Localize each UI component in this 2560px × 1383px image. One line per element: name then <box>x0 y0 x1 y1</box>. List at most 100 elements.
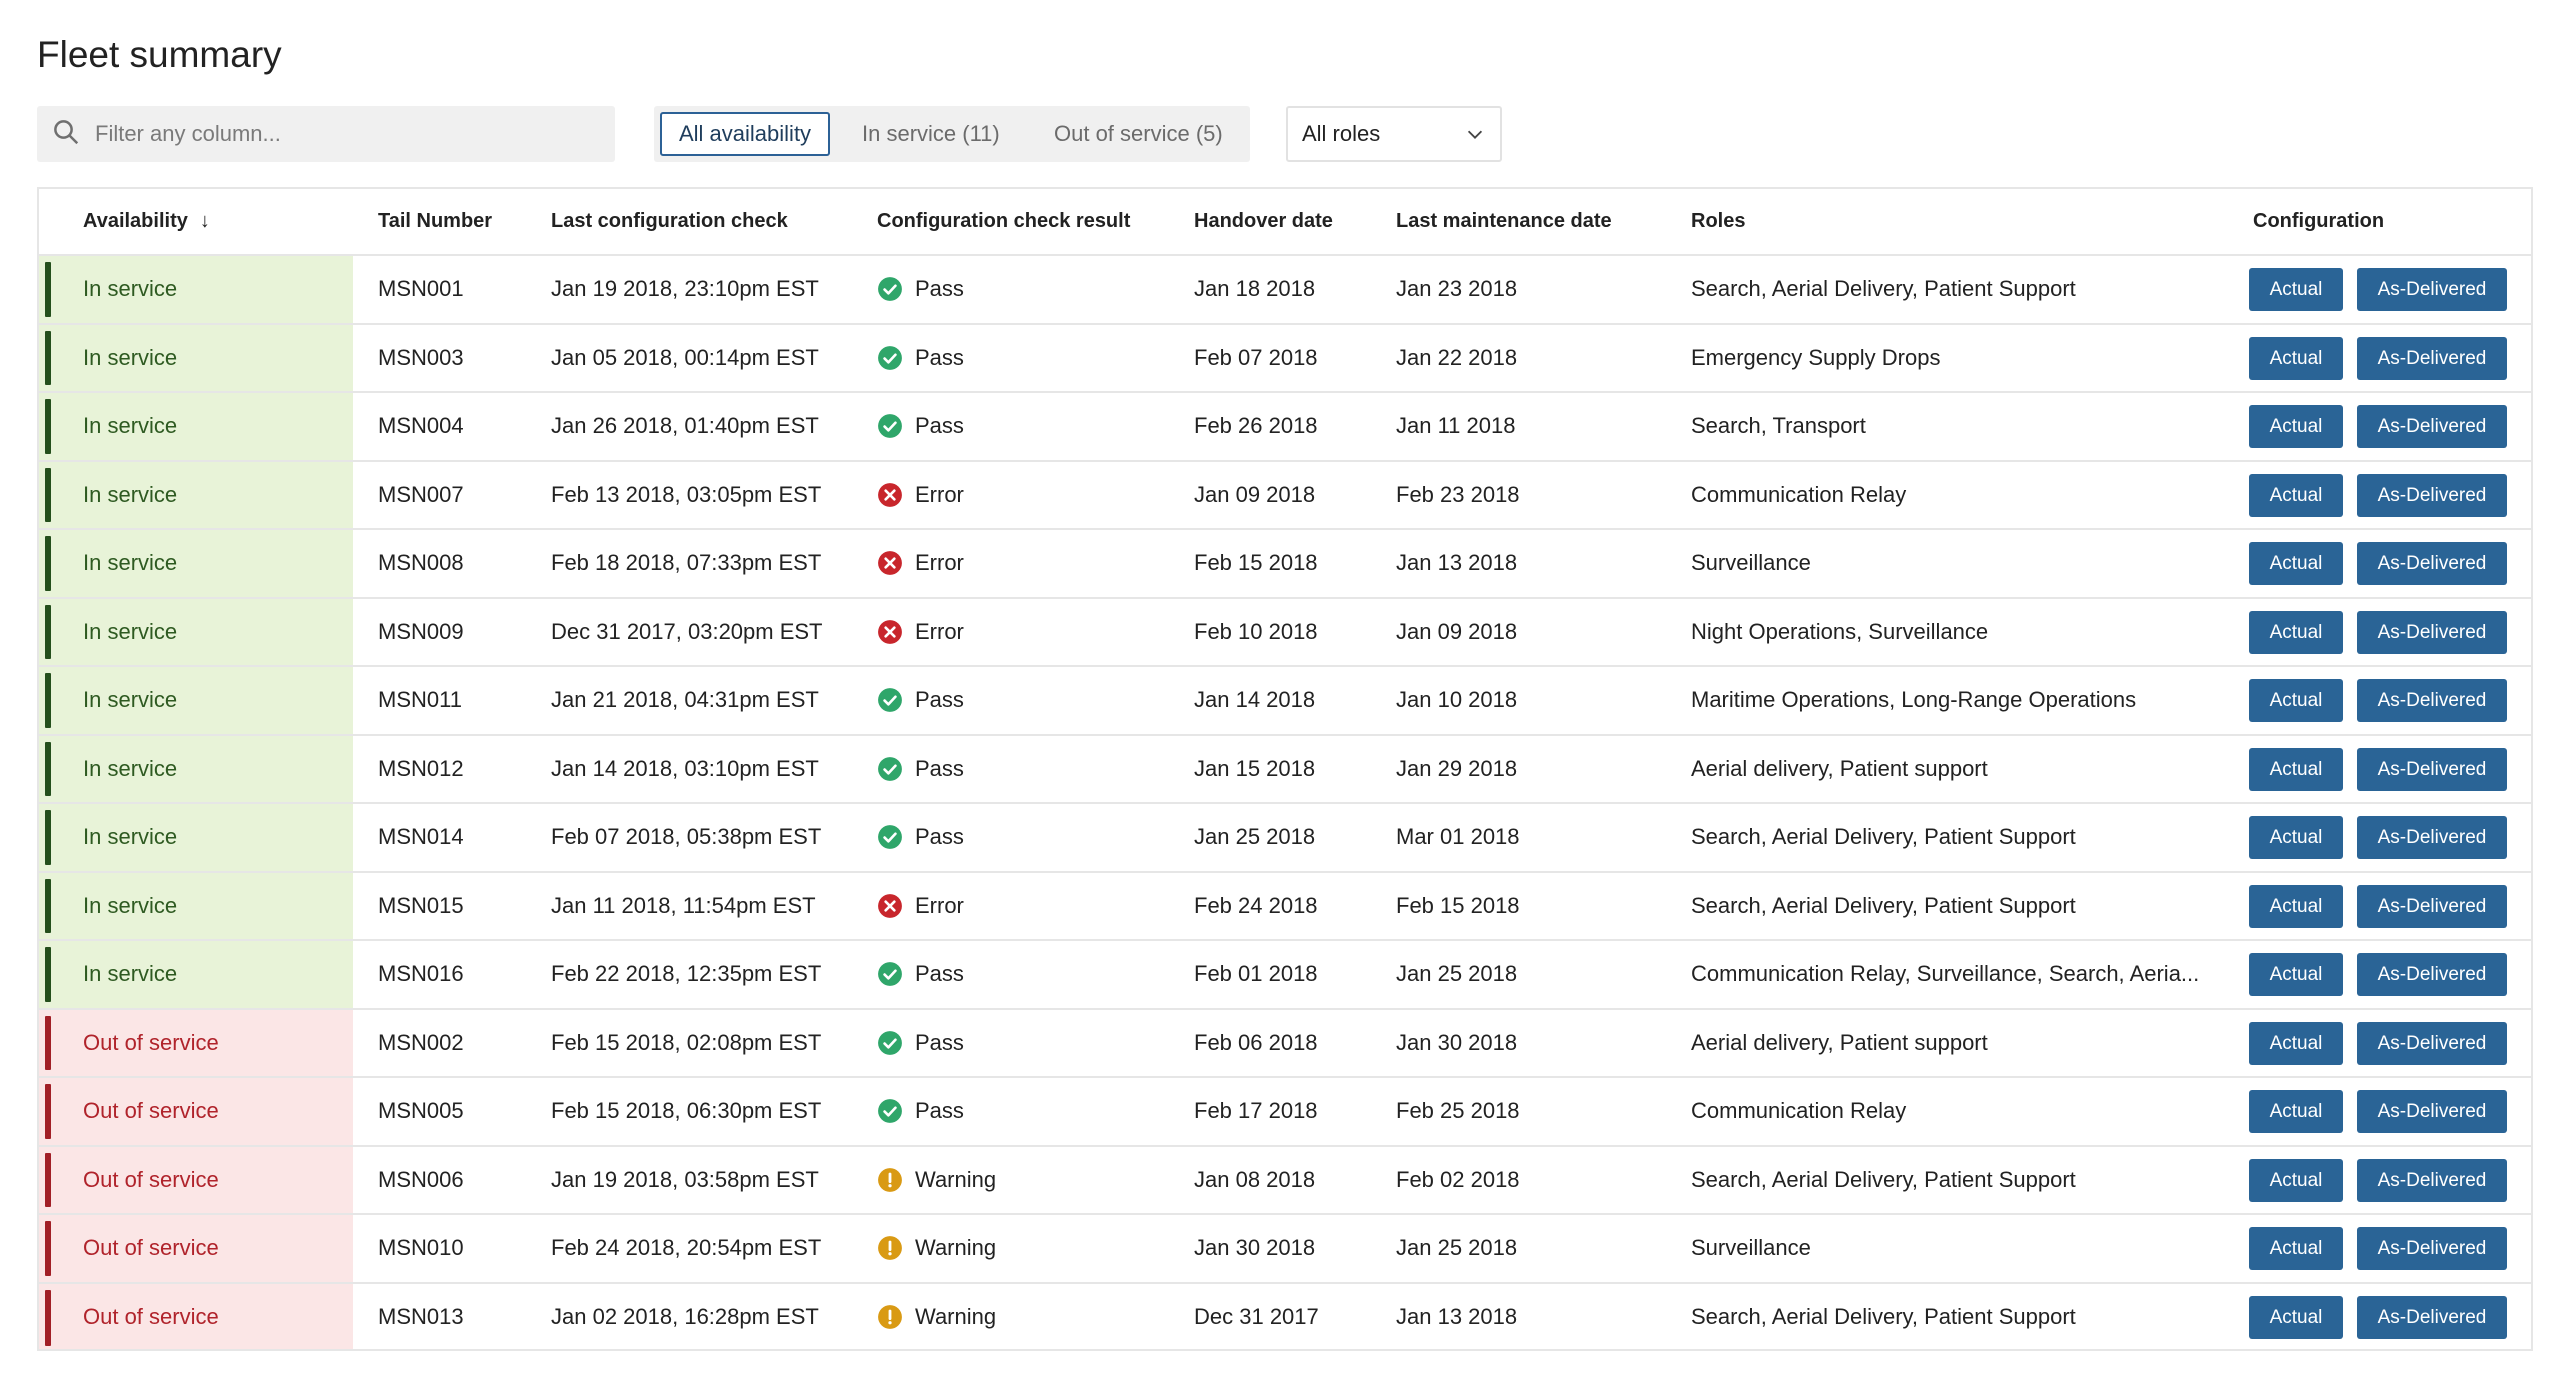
search-box[interactable] <box>37 106 615 162</box>
as-delivered-configuration-button[interactable]: As-Delivered <box>2357 405 2507 448</box>
actual-configuration-button[interactable]: Actual <box>2249 610 2343 654</box>
configuration-check-result: Pass <box>877 941 964 1007</box>
availability-cell: In service <box>39 872 353 939</box>
actual-configuration-button[interactable]: Actual <box>2249 1090 2343 1133</box>
last-maintenance-date: Jan 25 2018 <box>1396 961 1518 986</box>
actual-configuration-button[interactable]: Actual <box>2249 1158 2343 1202</box>
as-delivered-configuration-button[interactable]: As-Delivered <box>2357 1090 2507 1133</box>
error-circle-icon <box>877 893 915 919</box>
check-result-label: Pass <box>915 687 964 712</box>
filter-out-of-service[interactable]: Out of service (5) <box>1054 112 1223 156</box>
actual-configuration-button[interactable]: Actual <box>2249 1227 2343 1270</box>
last-configuration-check: Jan 11 2018, 11:54pm EST <box>551 892 816 918</box>
table-row[interactable]: Out of service MSN013 Jan 02 2018, 16:28pm… <box>39 1283 2531 1349</box>
handover-date: Jan 18 2018 <box>1194 276 1316 301</box>
tail-number: MSN011 <box>378 687 462 712</box>
check-result-label: Error <box>915 618 964 644</box>
table-row[interactable]: In service MSN008 Feb 18 2018, 07:33pm EST… <box>39 530 2531 599</box>
header-last-maintenance-date[interactable]: Last maintenance date <box>1396 189 1612 254</box>
table-row[interactable]: Out of service MSN010 Feb 24 2018, 20:54pm… <box>39 1215 2531 1284</box>
table-row[interactable]: In service MSN004 Jan 26 2018, 01:40pm EST… <box>39 393 2531 462</box>
actual-configuration-button[interactable]: Actual <box>2249 679 2343 722</box>
last-configuration-check: Dec 31 2017, 03:20pm EST <box>551 618 823 644</box>
availability-status: Out of service <box>83 1303 219 1329</box>
header-availability[interactable]: Availability ↓ <box>83 189 210 254</box>
last-maintenance-date: Feb 23 2018 <box>1396 481 1520 507</box>
last-maintenance-date: Jan 09 2018 <box>1396 618 1518 644</box>
header-configuration[interactable]: Configuration <box>2253 189 2384 254</box>
as-delivered-configuration-button[interactable]: As-Delivered <box>2357 473 2507 517</box>
actual-configuration-button[interactable]: Actual <box>2249 405 2343 448</box>
last-configuration-check: Feb 15 2018, 06:30pm EST <box>551 1098 822 1123</box>
header-tail-number[interactable]: Tail Number <box>378 189 492 254</box>
availability-cell: Out of service <box>39 1009 353 1076</box>
roles: Communication Relay, Surveillance, Searc… <box>1691 961 2200 986</box>
actual-configuration-button[interactable]: Actual <box>2249 816 2343 859</box>
header-roles[interactable]: Roles <box>1691 189 1745 254</box>
handover-date: Feb 06 2018 <box>1194 1029 1318 1055</box>
table-row[interactable]: Out of service MSN006 Jan 19 2018, 03:58pm… <box>39 1146 2531 1215</box>
actual-configuration-button[interactable]: Actual <box>2249 953 2343 996</box>
actual-configuration-button[interactable]: Actual <box>2249 542 2343 585</box>
table-row[interactable]: In service MSN012 Jan 14 2018, 03:10pm EST… <box>39 735 2531 804</box>
as-delivered-configuration-button[interactable]: As-Delivered <box>2357 884 2507 928</box>
as-delivered-configuration-button[interactable]: As-Delivered <box>2357 336 2507 380</box>
as-delivered-configuration-button[interactable]: As-Delivered <box>2357 953 2507 996</box>
last-maintenance-date: Feb 02 2018 <box>1396 1166 1520 1192</box>
as-delivered-configuration-button[interactable]: As-Delivered <box>2357 747 2507 791</box>
handover-date: Jan 08 2018 <box>1194 1166 1316 1192</box>
tail-number: MSN001 <box>378 276 464 301</box>
configuration-check-result: Pass <box>877 256 964 322</box>
as-delivered-configuration-button[interactable]: As-Delivered <box>2357 610 2507 654</box>
availability-indicator-bar <box>45 330 51 385</box>
table-row[interactable]: Out of service MSN002 Feb 15 2018, 02:08pm… <box>39 1009 2531 1078</box>
roles: Search, Aerial Delivery, Patient Support <box>1691 824 2076 849</box>
as-delivered-configuration-button[interactable]: As-Delivered <box>2357 1295 2507 1339</box>
last-maintenance-date: Jan 13 2018 <box>1396 550 1518 575</box>
as-delivered-configuration-button[interactable]: As-Delivered <box>2357 1227 2507 1270</box>
header-last-configuration-check[interactable]: Last configuration check <box>551 189 788 254</box>
tail-number: MSN002 <box>378 1029 464 1055</box>
search-input[interactable] <box>93 120 597 148</box>
tail-number: MSN005 <box>378 1098 464 1123</box>
availability-status: In service <box>83 276 178 301</box>
actual-configuration-button[interactable]: Actual <box>2249 747 2343 791</box>
actual-configuration-button[interactable]: Actual <box>2249 1295 2343 1339</box>
actual-configuration-button[interactable]: Actual <box>2249 473 2343 517</box>
actual-configuration-button[interactable]: Actual <box>2249 268 2343 311</box>
header-handover-date[interactable]: Handover date <box>1194 189 1333 254</box>
as-delivered-configuration-button[interactable]: As-Delivered <box>2357 679 2507 722</box>
as-delivered-configuration-button[interactable]: As-Delivered <box>2357 1021 2507 1065</box>
table-row[interactable]: In service MSN011 Jan 21 2018, 04:31pm EST… <box>39 667 2531 736</box>
as-delivered-configuration-button[interactable]: As-Delivered <box>2357 542 2507 585</box>
handover-date: Jan 25 2018 <box>1194 824 1316 849</box>
sort-descending-icon[interactable]: ↓ <box>200 189 210 254</box>
actual-configuration-button[interactable]: Actual <box>2249 1021 2343 1065</box>
table-row[interactable]: In service MSN014 Feb 07 2018, 05:38pm EST… <box>39 804 2531 873</box>
handover-date: Feb 24 2018 <box>1194 892 1318 918</box>
fleet-table: Availability ↓ Tail Number Last configura… <box>37 187 2533 1351</box>
as-delivered-configuration-button[interactable]: As-Delivered <box>2357 1158 2507 1202</box>
table-row[interactable]: In service MSN003 Jan 05 2018, 00:14pm EST… <box>39 324 2531 393</box>
configuration-check-result: Pass <box>877 667 964 733</box>
table-row[interactable]: In service MSN015 Jan 11 2018, 11:54pm EST… <box>39 872 2531 941</box>
header-configuration-check-result[interactable]: Configuration check result <box>877 189 1130 254</box>
table-row[interactable]: In service MSN009 Dec 31 2017, 03:20pm EST… <box>39 598 2531 667</box>
as-delivered-configuration-button[interactable]: As-Delivered <box>2357 268 2507 311</box>
filter-in-service[interactable]: In service (11) <box>862 112 1000 156</box>
actual-configuration-button[interactable]: Actual <box>2249 884 2343 928</box>
table-row[interactable]: Out of service MSN005 Feb 15 2018, 06:30pm… <box>39 1078 2531 1147</box>
table-row[interactable]: In service MSN001 Jan 19 2018, 23:10pm EST… <box>39 256 2531 325</box>
roles-select[interactable]: All roles <box>1286 106 1502 162</box>
availability-indicator-bar <box>45 1084 51 1139</box>
table-row[interactable]: In service MSN007 Feb 13 2018, 03:05pm EST… <box>39 461 2531 530</box>
availability-status: In service <box>83 481 178 507</box>
last-configuration-check: Feb 13 2018, 03:05pm EST <box>551 481 822 507</box>
actual-configuration-button[interactable]: Actual <box>2249 336 2343 380</box>
tail-number: MSN014 <box>378 824 464 849</box>
as-delivered-configuration-button[interactable]: As-Delivered <box>2357 816 2507 859</box>
tail-number: MSN004 <box>378 413 464 438</box>
check-circle-icon <box>877 1030 915 1056</box>
filter-all-availability[interactable]: All availability <box>660 112 831 156</box>
table-row[interactable]: In service MSN016 Feb 22 2018, 12:35pm EST… <box>39 941 2531 1010</box>
